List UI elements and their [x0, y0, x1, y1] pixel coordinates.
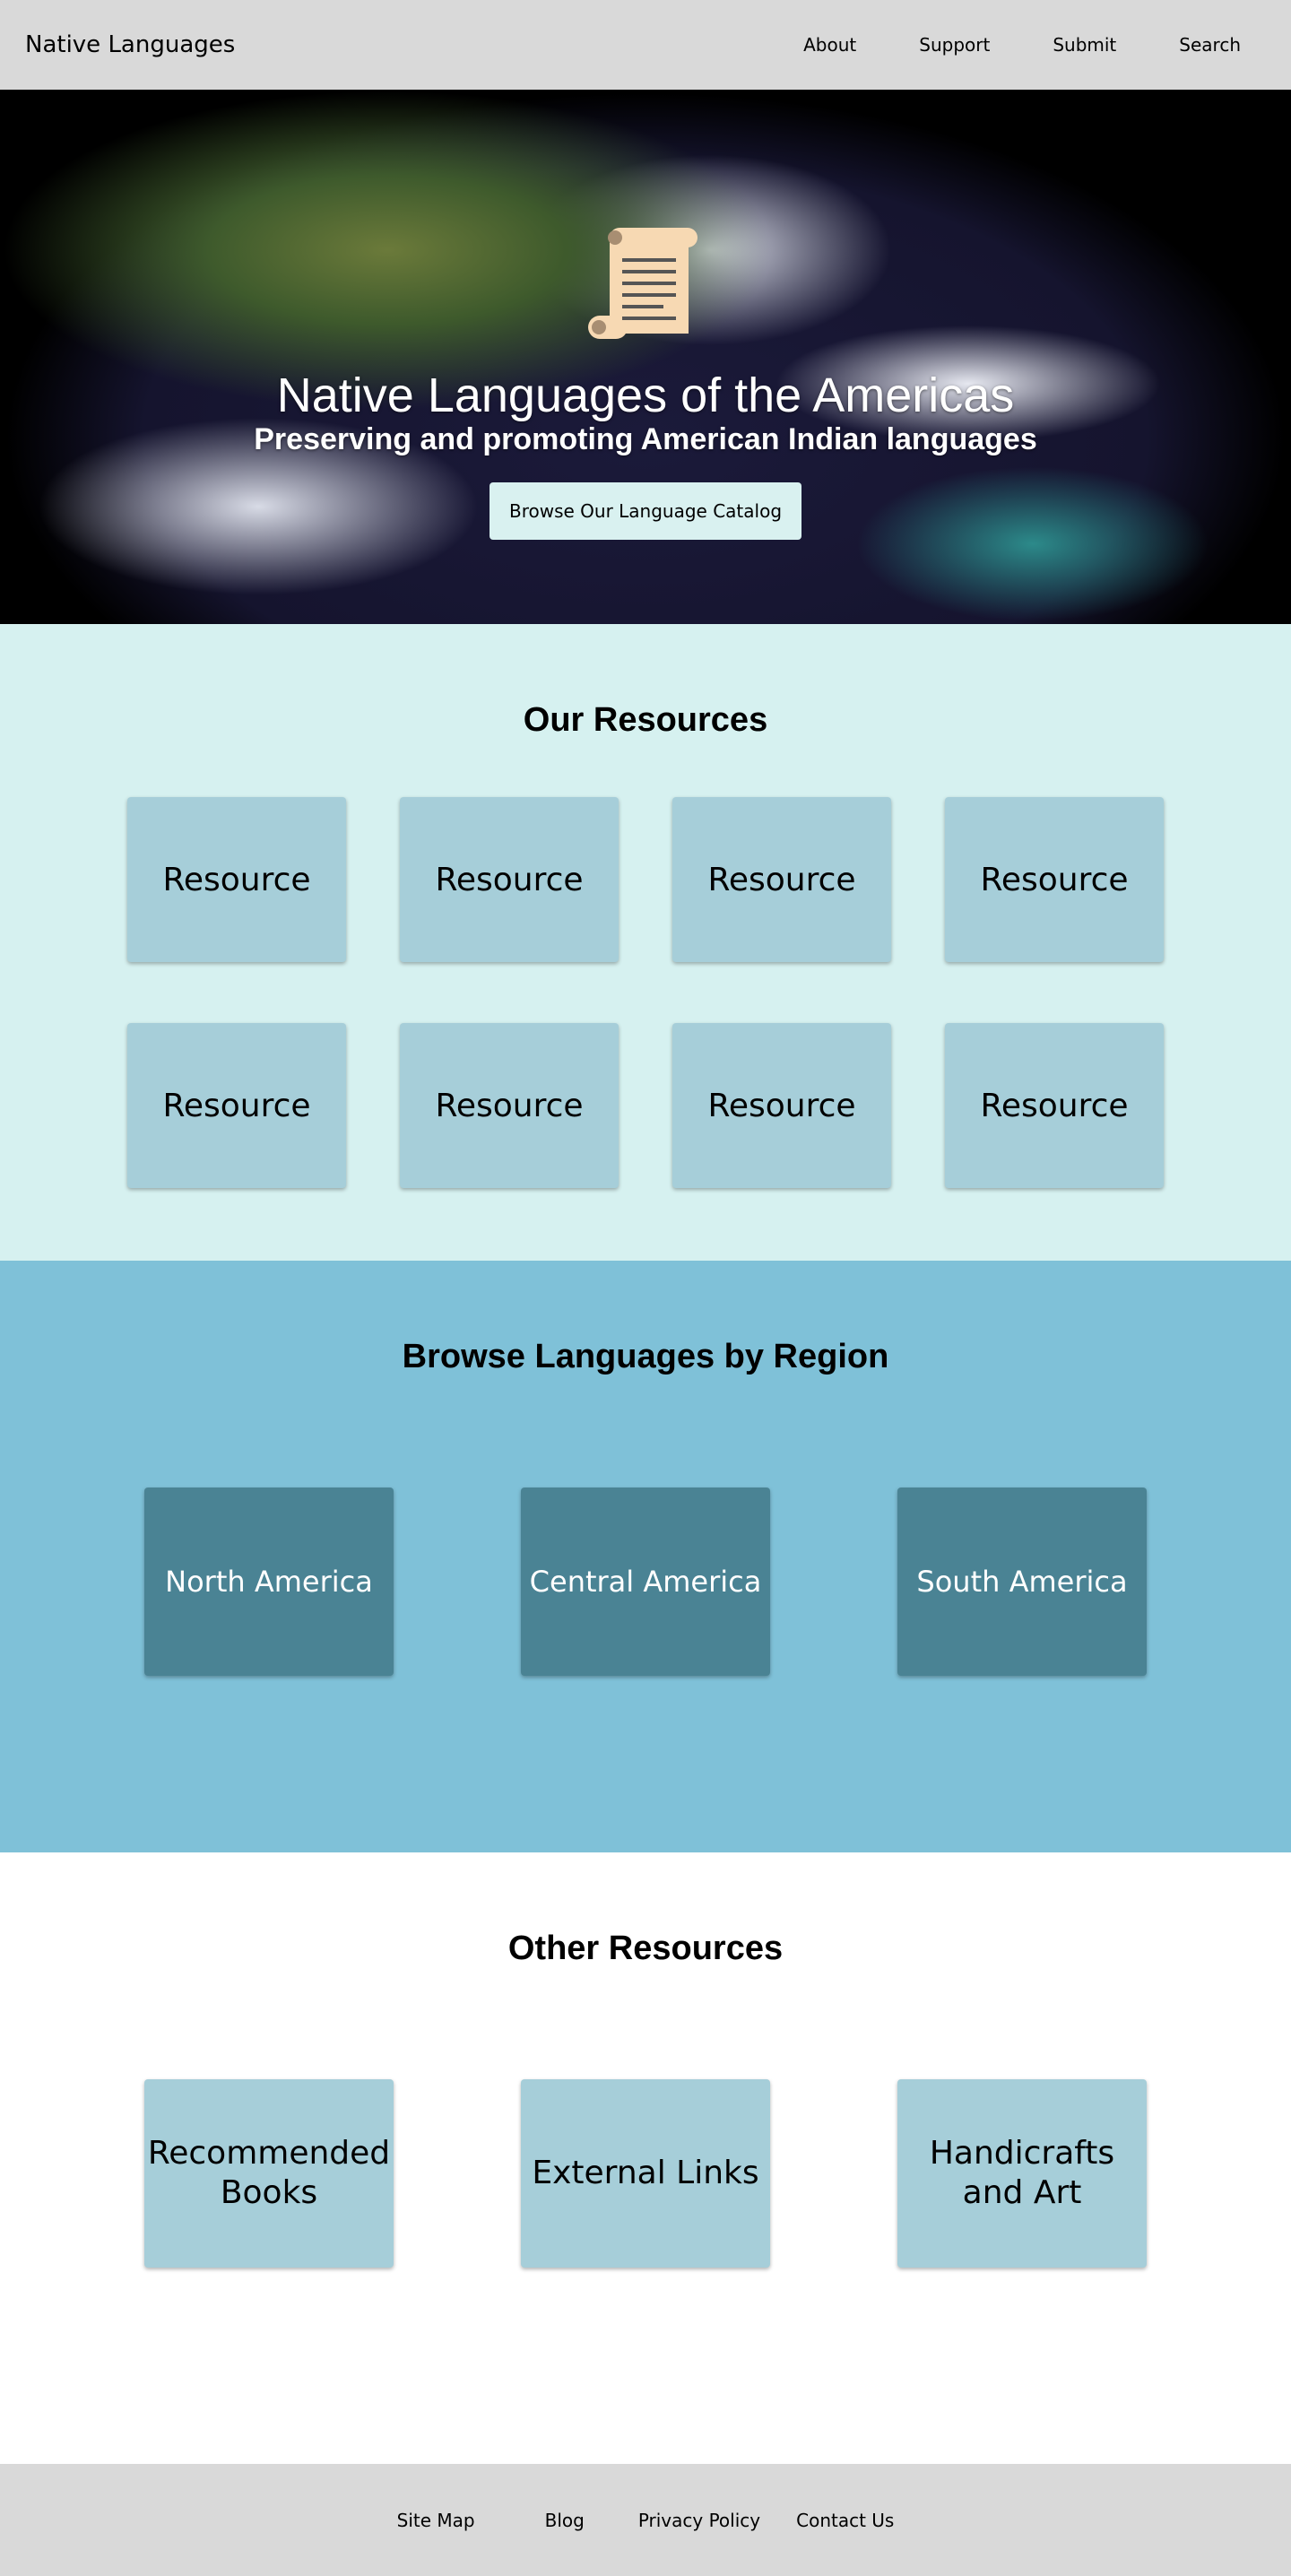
region-card-south-america[interactable]: South America — [897, 1487, 1147, 1676]
external-links-card[interactable]: External Links — [521, 2079, 770, 2268]
region-card-north-america[interactable]: North America — [144, 1487, 394, 1676]
hero-banner: Native Languages of the Americas Preserv… — [0, 90, 1291, 624]
site-header: Native Languages About Support Submit Se… — [0, 0, 1291, 90]
footer-privacy-policy[interactable]: Privacy Policy — [638, 2510, 760, 2531]
other-resources-title: Other Resources — [507, 1930, 784, 1967]
site-title[interactable]: Native Languages — [25, 31, 235, 58]
other-resources-section: Other Resources Recommended Books Extern… — [0, 1852, 1291, 2464]
footer-blog[interactable]: Blog — [545, 2510, 585, 2531]
nav-submit[interactable]: Submit — [1053, 34, 1116, 56]
site-footer: Site Map Blog Privacy Policy Contact Us — [0, 2464, 1291, 2576]
regions-title: Browse Languages by Region — [402, 1338, 889, 1375]
browse-catalog-button[interactable]: Browse Our Language Catalog — [490, 482, 801, 540]
region-grid: North America Central America South Amer… — [0, 1487, 1291, 1676]
hero-content: Native Languages of the Americas Preserv… — [0, 90, 1291, 540]
resource-card[interactable]: Resource — [945, 1023, 1164, 1188]
nav-support[interactable]: Support — [919, 34, 990, 56]
resource-grid: Resource Resource Resource Resource Reso… — [0, 797, 1291, 1188]
hero-subtitle: Preserving and promoting American Indian… — [254, 422, 1037, 456]
footer-site-map[interactable]: Site Map — [397, 2510, 475, 2531]
resource-card[interactable]: Resource — [127, 1023, 346, 1188]
resource-card[interactable]: Resource — [672, 797, 891, 962]
resource-card[interactable]: Resource — [672, 1023, 891, 1188]
scroll-icon — [588, 228, 697, 339]
resources-section: Our Resources Resource Resource Resource… — [0, 624, 1291, 1261]
main-nav: About Support Submit Search — [741, 34, 1241, 56]
nav-search[interactable]: Search — [1179, 34, 1241, 56]
footer-contact-us[interactable]: Contact Us — [796, 2510, 894, 2531]
handicrafts-art-card[interactable]: Handicrafts and Art — [897, 2079, 1147, 2268]
region-card-central-america[interactable]: Central America — [521, 1487, 770, 1676]
hero-title: Native Languages of the Americas — [276, 369, 1015, 422]
resource-card[interactable]: Resource — [127, 797, 346, 962]
recommended-books-card[interactable]: Recommended Books — [144, 2079, 394, 2268]
regions-section: Browse Languages by Region North America… — [0, 1261, 1291, 1852]
resources-title: Our Resources — [523, 701, 768, 739]
resource-card[interactable]: Resource — [400, 797, 619, 962]
nav-about[interactable]: About — [803, 34, 856, 56]
resource-card[interactable]: Resource — [400, 1023, 619, 1188]
resource-card[interactable]: Resource — [945, 797, 1164, 962]
other-resources-grid: Recommended Books External Links Handicr… — [0, 2079, 1291, 2268]
